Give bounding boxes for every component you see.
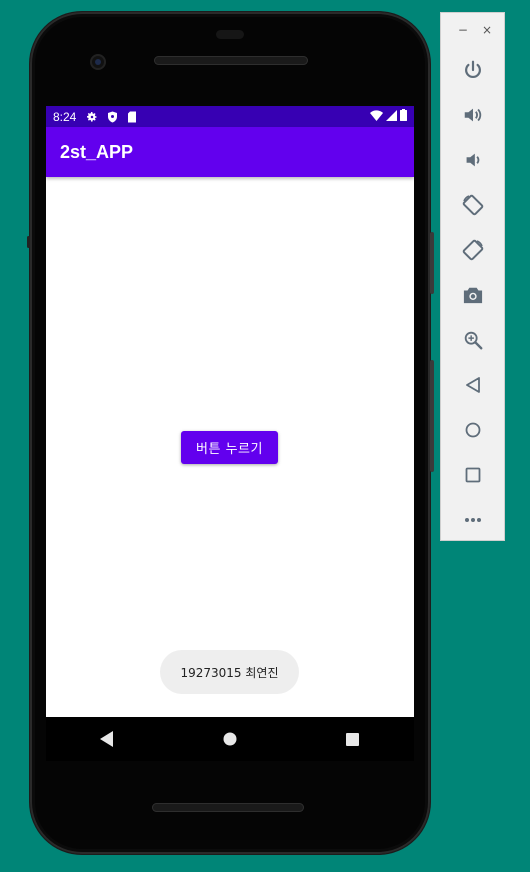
close-button[interactable]: × xyxy=(482,23,492,37)
emulator-toolbar: − × xyxy=(440,12,505,541)
zoom-icon[interactable] xyxy=(441,317,504,362)
status-time: 8:24 xyxy=(53,109,77,124)
volume-down-icon[interactable] xyxy=(441,137,504,182)
window-controls: − × xyxy=(441,13,504,47)
battery-icon xyxy=(400,109,407,124)
volume-up-icon[interactable] xyxy=(441,92,504,137)
sensor-slot xyxy=(216,30,244,39)
power-icon[interactable] xyxy=(441,47,504,92)
minimize-button[interactable]: − xyxy=(458,23,468,37)
status-bar: 8:24 xyxy=(46,106,414,127)
rotate-left-icon[interactable] xyxy=(441,182,504,227)
volume-side-button[interactable] xyxy=(430,360,434,472)
phone-screen: 8:24 2st_APP 버튼 누르기 19273015 최연진 xyxy=(46,106,414,717)
power-side-button[interactable] xyxy=(430,232,434,294)
wifi-icon xyxy=(370,109,383,124)
gear-icon xyxy=(86,111,98,123)
side-notch xyxy=(27,236,30,248)
home-icon[interactable] xyxy=(441,407,504,452)
navigation-bar xyxy=(46,717,414,761)
back-icon[interactable] xyxy=(87,719,127,759)
sd-card-icon xyxy=(126,111,138,123)
shield-icon xyxy=(106,111,118,123)
toast-message: 19273015 최연진 xyxy=(160,650,299,694)
toast-text: 19273015 최연진 xyxy=(180,665,279,680)
overview-icon[interactable] xyxy=(441,452,504,497)
camera-icon[interactable] xyxy=(441,272,504,317)
app-title: 2st_APP xyxy=(60,141,134,162)
main-content: 버튼 누르기 19273015 최연진 xyxy=(46,177,414,717)
press-button[interactable]: 버튼 누르기 xyxy=(181,431,278,464)
more-icon[interactable] xyxy=(441,497,504,542)
bottom-speaker xyxy=(152,803,304,812)
signal-icon xyxy=(386,109,397,124)
desktop-background: 8:24 2st_APP 버튼 누르기 19273015 최연진 − × xyxy=(0,0,530,872)
recents-icon[interactable] xyxy=(333,719,373,759)
earpiece-speaker xyxy=(154,56,308,65)
app-bar: 2st_APP xyxy=(46,127,414,177)
front-camera xyxy=(90,54,106,70)
rotate-right-icon[interactable] xyxy=(441,227,504,272)
back-icon[interactable] xyxy=(441,362,504,407)
home-icon[interactable] xyxy=(210,719,250,759)
